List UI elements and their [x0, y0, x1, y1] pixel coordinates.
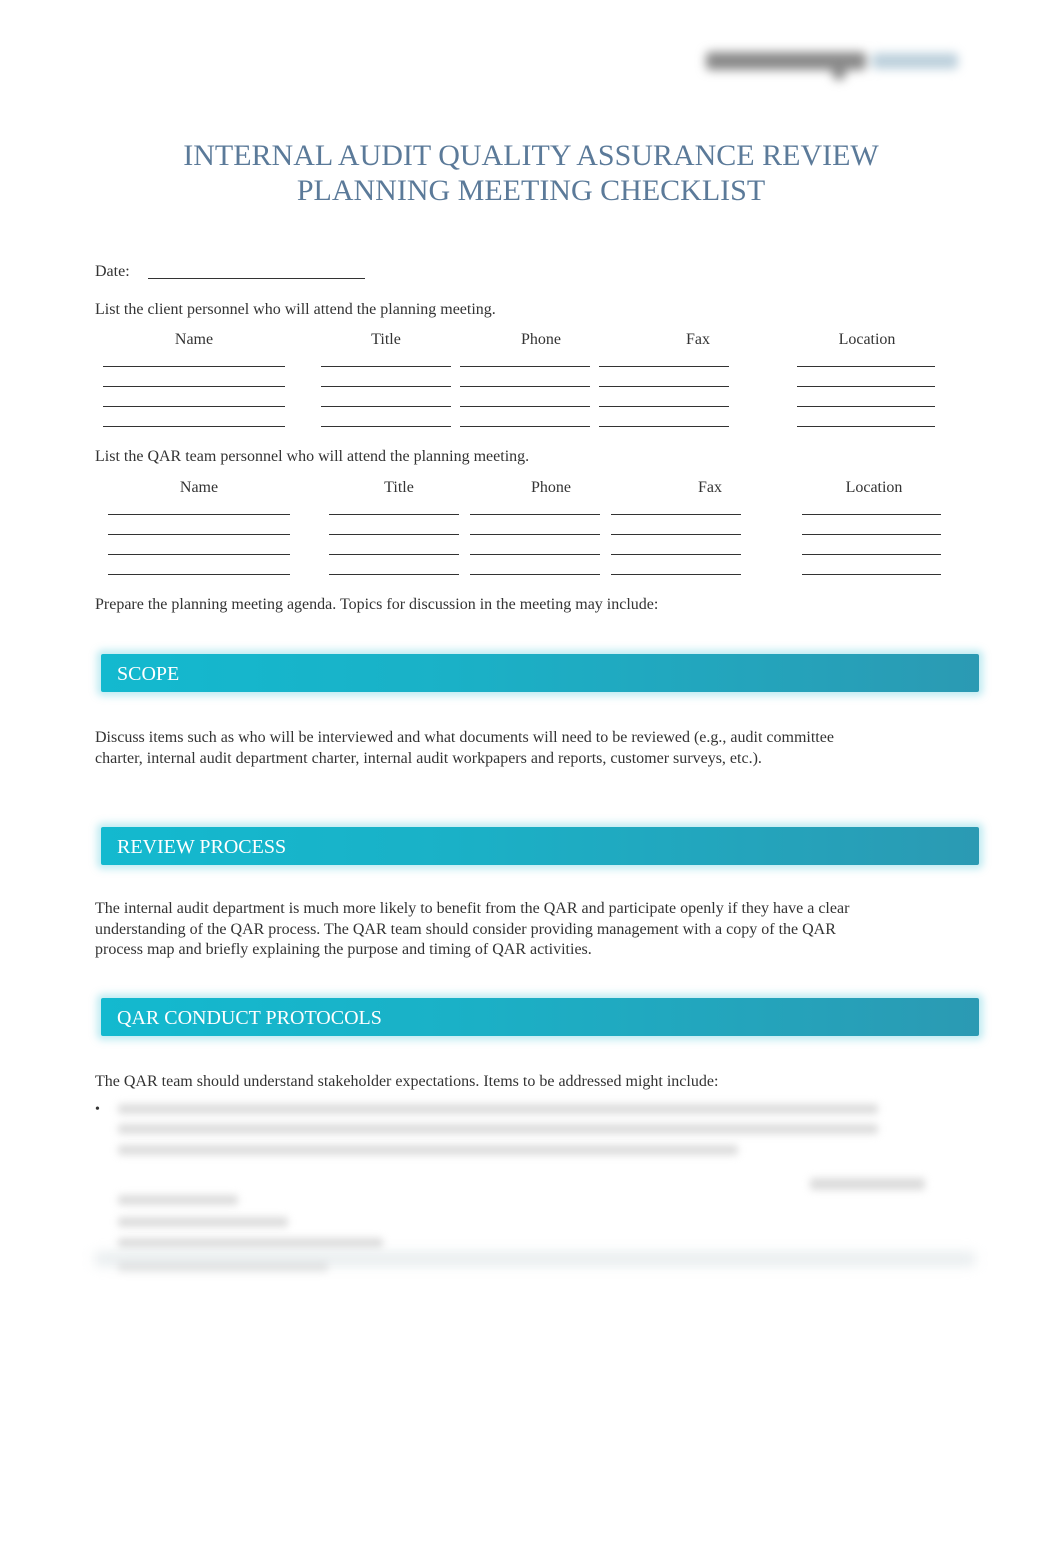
qar-name-field[interactable]	[108, 554, 290, 555]
client-location-field[interactable]	[797, 386, 935, 387]
document-title: INTERNAL AUDIT QUALITY ASSURANCE REVIEW …	[0, 138, 1062, 208]
client-fax-field[interactable]	[599, 426, 729, 427]
client-title-field[interactable]	[321, 366, 451, 367]
client-location-field[interactable]	[797, 406, 935, 407]
client-phone-field[interactable]	[460, 426, 590, 427]
client-name-field[interactable]	[103, 386, 285, 387]
section-heading-scope: SCOPE	[117, 663, 180, 685]
qar-location-field[interactable]	[802, 554, 941, 555]
client-location-field[interactable]	[797, 366, 935, 367]
client-phone-field[interactable]	[460, 406, 590, 407]
client-name-field[interactable]	[103, 426, 285, 427]
client-fax-field[interactable]	[599, 386, 729, 387]
client-col-location: Location	[838, 331, 896, 348]
client-phone-field[interactable]	[460, 366, 590, 367]
client-col-phone: Phone	[521, 331, 561, 348]
blurred-line	[118, 1145, 738, 1155]
client-personnel-intro: List the client personnel who will atten…	[95, 301, 496, 318]
bullet-marker: •	[95, 1102, 100, 1117]
qar-name-field[interactable]	[108, 574, 290, 575]
qar-phone-field[interactable]	[470, 554, 600, 555]
qar-location-field[interactable]	[802, 574, 941, 575]
client-title-field[interactable]	[321, 386, 451, 387]
client-phone-field[interactable]	[460, 386, 590, 387]
qar-location-field[interactable]	[802, 534, 941, 535]
client-col-name: Name	[174, 331, 214, 348]
blurred-line	[118, 1262, 328, 1272]
section-header-qar-conduct-protocols: QAR CONDUCT PROTOCOLS	[101, 998, 979, 1036]
qar-col-phone: Phone	[531, 479, 571, 496]
client-fax-field[interactable]	[599, 366, 729, 367]
qar-name-field[interactable]	[108, 514, 290, 515]
qar-phone-field[interactable]	[470, 534, 600, 535]
section-body-review-process: The internal audit department is much mo…	[95, 900, 850, 958]
client-name-field[interactable]	[103, 406, 285, 407]
qar-name-field[interactable]	[108, 534, 290, 535]
qar-fax-field[interactable]	[611, 554, 741, 555]
qar-location-field[interactable]	[802, 514, 941, 515]
agenda-intro: Prepare the planning meeting agenda. Top…	[95, 596, 659, 613]
section-body-qar-conduct-protocols: The QAR team should understand stakehold…	[95, 1073, 719, 1090]
section-body-scope: Discuss items such as who will be interv…	[95, 729, 834, 767]
client-title-field[interactable]	[321, 406, 451, 407]
qar-title-field[interactable]	[329, 534, 459, 535]
section-header-scope: SCOPE	[101, 654, 979, 692]
qar-title-field[interactable]	[329, 574, 459, 575]
date-label: Date:	[95, 263, 130, 280]
qar-title-field[interactable]	[329, 514, 459, 515]
blurred-line	[810, 1178, 925, 1190]
client-col-title: Title	[371, 331, 401, 348]
client-name-field[interactable]	[103, 366, 285, 367]
qar-col-fax: Fax	[698, 479, 722, 496]
qar-personnel-intro: List the QAR team personnel who will att…	[95, 448, 530, 465]
qar-fax-field[interactable]	[611, 534, 741, 535]
qar-phone-field[interactable]	[470, 574, 600, 575]
blurred-line	[118, 1238, 383, 1248]
date-field[interactable]	[148, 278, 365, 279]
qar-fax-field[interactable]	[611, 514, 741, 515]
client-title-field[interactable]	[321, 426, 451, 427]
logo-wordmark-light	[872, 53, 958, 69]
blurred-line	[118, 1124, 878, 1134]
client-fax-field[interactable]	[599, 406, 729, 407]
qar-fax-field[interactable]	[611, 574, 741, 575]
title-line-2: PLANNING MEETING CHECKLIST	[296, 174, 766, 207]
qar-col-title: Title	[384, 479, 414, 496]
qar-col-name: Name	[179, 479, 219, 496]
client-col-fax: Fax	[686, 331, 710, 348]
qar-phone-field[interactable]	[470, 514, 600, 515]
title-line-1: INTERNAL AUDIT QUALITY ASSURANCE REVIEW	[183, 139, 879, 172]
client-location-field[interactable]	[797, 426, 935, 427]
blurred-line	[118, 1195, 238, 1205]
logo-mark	[832, 66, 846, 80]
blurred-line	[118, 1104, 878, 1114]
qar-col-location: Location	[845, 479, 903, 496]
section-heading-review-process: REVIEW PROCESS	[117, 836, 287, 858]
section-heading-qar-conduct-protocols: QAR CONDUCT PROTOCOLS	[117, 1007, 382, 1029]
qar-title-field[interactable]	[329, 554, 459, 555]
brand-logo-icon	[706, 48, 962, 80]
blurred-line	[118, 1217, 288, 1227]
section-header-review-process: REVIEW PROCESS	[101, 827, 979, 865]
